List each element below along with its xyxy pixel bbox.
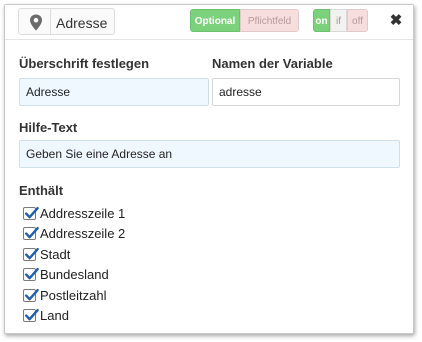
map-pin-icon	[30, 14, 42, 31]
checkbox-label: Bundesland	[40, 267, 109, 282]
badge-divider	[50, 9, 51, 34]
status-if-toggle[interactable]: if	[330, 9, 347, 32]
checkbox-label: Addresszeile 2	[40, 226, 126, 241]
required-toggle[interactable]: Pflichtfeld	[240, 9, 299, 32]
checkmark-icon	[25, 268, 39, 280]
contains-label: Enthält	[19, 183, 64, 198]
status-on-toggle[interactable]: on	[313, 9, 330, 32]
checkbox-label: Land	[40, 308, 69, 323]
checkbox-label: Addresszeile 1	[40, 206, 126, 221]
checkmark-icon	[25, 289, 39, 301]
checkmark-icon	[25, 248, 39, 260]
checkbox-label: Postleitzahl	[40, 288, 107, 303]
field-editor-panel: Adresse Optional Pflichtfeld on if off ✖…	[4, 4, 414, 334]
help-field-label: Hilfe-Text	[19, 120, 78, 135]
close-icon[interactable]: ✖	[387, 12, 405, 30]
heading-input[interactable]: Adresse	[19, 78, 209, 106]
checkmark-icon	[25, 309, 39, 321]
checkmark-icon	[25, 227, 39, 239]
checkbox[interactable]	[23, 207, 39, 220]
checkbox[interactable]	[23, 248, 39, 261]
optional-toggle[interactable]: Optional	[190, 9, 240, 32]
variable-input[interactable]: adresse	[212, 78, 400, 106]
status-off-toggle[interactable]: off	[347, 9, 368, 32]
checkbox[interactable]	[23, 268, 39, 281]
heading-field-label: Überschrift festlegen	[19, 56, 150, 71]
checkbox[interactable]	[23, 289, 39, 302]
field-type-badge[interactable]: Adresse	[18, 8, 115, 35]
variable-field-label: Namen der Variable	[212, 56, 333, 71]
help-input[interactable]: Geben Sie eine Adresse an	[19, 140, 400, 168]
field-type-label: Adresse	[56, 15, 108, 31]
checkbox[interactable]	[23, 309, 39, 322]
checkbox[interactable]	[23, 227, 39, 240]
field-header: Adresse Optional Pflichtfeld on if off ✖	[5, 5, 413, 40]
checkbox-label: Stadt	[40, 247, 71, 262]
checkmark-icon	[25, 207, 39, 219]
